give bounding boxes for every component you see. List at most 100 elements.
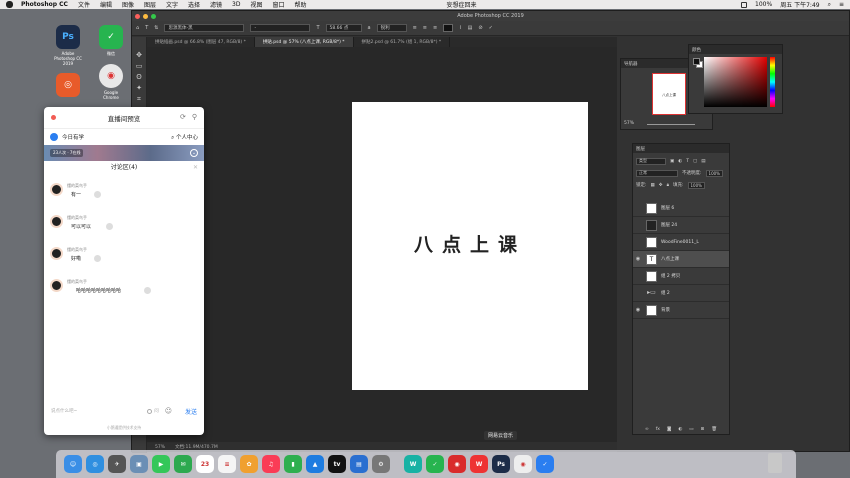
messages-icon[interactable]: ✉ xyxy=(174,455,192,473)
search-icon[interactable]: ⌕ xyxy=(828,1,831,9)
menu-select[interactable]: 选择 xyxy=(188,0,200,9)
filter-adjust-icon[interactable]: ◐ xyxy=(678,159,682,164)
layers-panel-title[interactable]: 图层 xyxy=(633,144,729,153)
menu-filter[interactable]: 滤镜 xyxy=(210,0,222,9)
character-panel-icon[interactable]: ▤ xyxy=(468,25,473,31)
unknown-icon[interactable]: W xyxy=(404,455,422,473)
text-color-swatch[interactable] xyxy=(443,24,454,32)
appletv-icon[interactable]: tv xyxy=(328,455,346,473)
lock-position-icon[interactable]: ✥ xyxy=(659,183,663,188)
type-tool-icon[interactable]: T xyxy=(145,25,148,31)
font-family-select[interactable]: 思源黑体-黑 xyxy=(164,24,245,32)
chevron-down-icon[interactable]: ⌄ xyxy=(190,149,198,157)
photos-icon[interactable]: ✿ xyxy=(240,455,258,473)
commit-icon[interactable]: ✓ xyxy=(489,25,493,31)
filter-shape-icon[interactable]: ▢ xyxy=(693,159,697,164)
menu-window[interactable]: 窗口 xyxy=(273,0,285,9)
photoshop-icon[interactable]: Ps xyxy=(492,455,510,473)
menu-app-name[interactable]: Photoshop CC xyxy=(21,1,68,8)
artboard[interactable]: 八点上课 xyxy=(352,102,588,390)
link-layers-icon[interactable]: ∞ xyxy=(645,427,649,432)
align-right-icon[interactable]: ≡ xyxy=(433,25,437,31)
filter-pixel-icon[interactable]: ▣ xyxy=(670,159,674,164)
lock-pixels-icon[interactable]: ▦ xyxy=(651,183,655,188)
menu-file[interactable]: 文件 xyxy=(78,0,90,9)
adjustment-layer-icon[interactable]: ◐ xyxy=(678,427,682,432)
opacity-input[interactable]: 100% xyxy=(705,169,723,177)
trash-icon[interactable] xyxy=(768,453,782,473)
cancel-icon[interactable]: ⊘ xyxy=(478,25,482,31)
desktop-icon-wechat[interactable]: ✓ 微信 xyxy=(96,25,126,57)
filter-smart-icon[interactable]: ▤ xyxy=(701,159,705,164)
wifi-icon[interactable] xyxy=(741,1,748,8)
foreground-color-swatch[interactable] xyxy=(693,58,700,65)
tab-doc-2[interactable]: 拼贴.psd @ 57% (八点上课, RGB/8*) * xyxy=(254,37,354,47)
layer-row[interactable]: 图层 6 xyxy=(633,200,729,217)
layer-style-icon[interactable]: fx xyxy=(656,427,660,432)
hue-slider[interactable] xyxy=(770,57,775,107)
fill-input[interactable]: 100% xyxy=(687,181,705,189)
tab-doc-3[interactable]: 拼贴2.psd @ 61.7% (组 1, RGB/8*) * xyxy=(354,37,451,47)
menu-3d[interactable]: 3D xyxy=(232,1,240,8)
canvas-text-layer[interactable]: 八点上课 xyxy=(352,230,588,257)
personal-center-link[interactable]: ⌕ 个人中心 xyxy=(171,133,198,142)
anonymous-toggle[interactable]: 问 xyxy=(147,408,159,414)
refresh-icon[interactable]: ⟳ xyxy=(180,113,186,121)
preview-icon[interactable]: ▣ xyxy=(130,455,148,473)
close-button[interactable] xyxy=(51,115,56,120)
delete-layer-icon[interactable]: 🗑︎ xyxy=(711,427,717,432)
add-mask-icon[interactable]: ◙ xyxy=(667,427,671,432)
visibility-eye-icon[interactable]: ◉ xyxy=(633,256,643,262)
menu-layer[interactable]: 图层 xyxy=(144,0,156,9)
live-video-strip[interactable]: 23人次 · 7在线 ⌄ xyxy=(44,145,204,161)
tab-doc-1[interactable]: 拼贴插画.psd @ 66.8% (图层 47, RGB/8) * xyxy=(147,37,255,47)
send-button[interactable]: 发送 xyxy=(185,407,197,416)
navigator-zoom[interactable]: 57% xyxy=(624,121,634,126)
netease-icon[interactable]: ◉ xyxy=(448,455,466,473)
music-icon[interactable]: ♫ xyxy=(262,455,280,473)
home-icon[interactable]: ⌂ xyxy=(136,25,139,31)
reply-icon[interactable] xyxy=(106,223,113,230)
system-prefs-icon[interactable]: ⚙ xyxy=(372,455,390,473)
magic-wand-icon[interactable]: ✦ xyxy=(135,84,143,92)
new-group-icon[interactable]: ▭ xyxy=(689,427,693,432)
facetime-icon[interactable]: ▶ xyxy=(152,455,170,473)
keynote-icon[interactable]: ▲ xyxy=(306,455,324,473)
clock[interactable]: 周五 下午7:49 xyxy=(780,0,819,9)
close-icon[interactable]: ✕ xyxy=(193,161,198,175)
pin-icon[interactable]: ⚲ xyxy=(192,113,197,121)
keynote2-icon[interactable]: ▤ xyxy=(350,455,368,473)
wps-icon[interactable]: W xyxy=(470,455,488,473)
brand-name[interactable]: 今日有学 xyxy=(62,133,84,141)
finder-icon[interactable]: ☺ xyxy=(64,455,82,473)
chrome-icon[interactable]: ◉ xyxy=(514,455,532,473)
font-style-select[interactable]: - xyxy=(250,24,311,32)
battery-text[interactable]: 100% xyxy=(755,1,772,8)
menu-help[interactable]: 帮助 xyxy=(295,0,307,9)
color-field[interactable] xyxy=(704,57,767,107)
desktop-icon-photoshop[interactable]: Ps Adobe Photoshop CC 2019 xyxy=(53,25,83,66)
menu-image[interactable]: 图像 xyxy=(122,0,134,9)
layer-row[interactable]: ◉ T 八点上课 xyxy=(633,251,729,268)
color-panel-title[interactable]: 颜色 xyxy=(689,45,782,54)
font-size-select[interactable]: 58.66 点 xyxy=(325,24,362,32)
notes-icon[interactable]: ≡ xyxy=(218,455,236,473)
reply-icon[interactable] xyxy=(144,287,151,294)
marquee-tool-icon[interactable]: ▭ xyxy=(135,62,143,70)
chat-input[interactable]: 说点什么吧~ xyxy=(51,408,77,414)
calendar-icon[interactable]: 23 xyxy=(196,455,214,473)
align-center-icon[interactable]: ≡ xyxy=(423,25,427,31)
text-orientation-icon[interactable]: ⇅ xyxy=(154,25,158,31)
check-icon[interactable]: ✓ xyxy=(536,455,554,473)
menu-list-icon[interactable]: ≡ xyxy=(839,1,844,8)
layer-row[interactable]: WoodFine0011_L xyxy=(633,234,729,251)
lock-all-icon[interactable]: 🔒︎ xyxy=(667,182,669,188)
numbers-icon[interactable]: ▮ xyxy=(284,455,302,473)
navigator-zoom-slider[interactable] xyxy=(647,124,695,125)
layer-kind-filter[interactable]: 类型 xyxy=(636,157,666,165)
layer-row[interactable]: ◉ 背景 xyxy=(633,302,729,319)
reply-icon[interactable] xyxy=(94,191,101,198)
visibility-eye-icon[interactable]: ◉ xyxy=(633,307,643,313)
wechat-icon[interactable]: ✓ xyxy=(426,455,444,473)
align-left-icon[interactable]: ≡ xyxy=(413,25,417,31)
